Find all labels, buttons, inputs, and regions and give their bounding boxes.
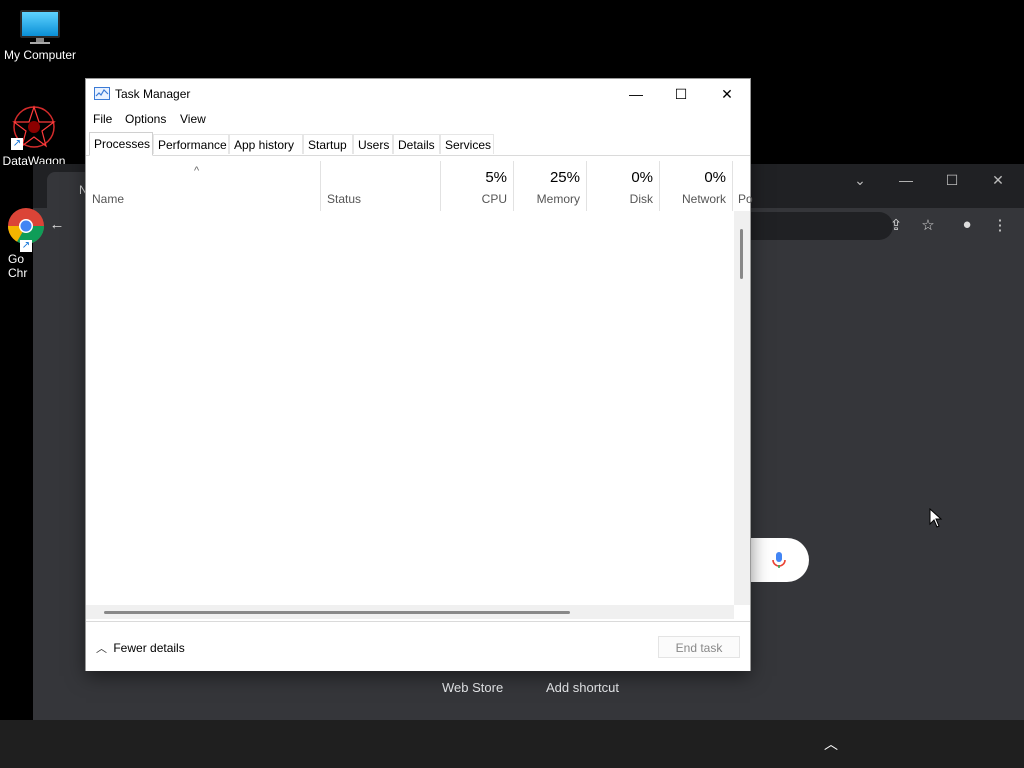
- desktop-icon-google-chrome[interactable]: ↗ Go Chr: [0, 206, 66, 280]
- column-header-name[interactable]: Name: [86, 161, 321, 211]
- microphone-icon[interactable]: [769, 550, 789, 570]
- share-icon[interactable]: ⇪: [884, 216, 908, 234]
- chevron-up-icon: ︿: [96, 643, 107, 655]
- bookmark-star-icon[interactable]: ☆: [916, 216, 940, 234]
- horizontal-scrollbar[interactable]: [86, 605, 734, 619]
- fewer-details-label: Fewer details: [113, 641, 185, 655]
- chrome-tab-search-icon[interactable]: ⌄: [845, 172, 875, 189]
- disk-percent: 0%: [631, 169, 653, 186]
- more-menu-icon[interactable]: ⋮: [988, 216, 1012, 234]
- desktop-icon-datawagon[interactable]: ↗ DataWagon: [0, 104, 74, 168]
- maximize-button[interactable]: ☐: [658, 79, 704, 109]
- show-hidden-icons-chevron-icon[interactable]: ︿: [820, 734, 842, 754]
- column-header-power[interactable]: Po: [733, 161, 753, 211]
- menu-options[interactable]: Options: [125, 112, 166, 126]
- process-list[interactable]: [86, 211, 734, 605]
- process-table-header: Name Status 5% CPU 25% Memory 0% Disk 0%…: [86, 161, 753, 212]
- chrome-icon: ↗: [6, 206, 46, 252]
- desktop-icon-my-computer[interactable]: My Computer: [0, 0, 80, 62]
- end-task-button[interactable]: End task: [658, 636, 740, 658]
- task-manager-window[interactable]: Task Manager — ☐ ✕ File Options View Pro…: [86, 79, 753, 671]
- column-header-memory[interactable]: 25% Memory: [514, 161, 587, 211]
- menu-file[interactable]: File: [93, 112, 112, 126]
- cpu-percent: 5%: [485, 169, 507, 186]
- column-header-network[interactable]: 0% Network: [660, 161, 733, 211]
- tab-users[interactable]: Users: [353, 134, 393, 154]
- horizontal-scroll-thumb[interactable]: [104, 611, 570, 614]
- taskbar: ︿: [0, 720, 1024, 768]
- profile-icon[interactable]: ●: [955, 216, 979, 233]
- vertical-scroll-thumb[interactable]: [740, 229, 743, 279]
- tab-performance[interactable]: Performance: [153, 134, 229, 154]
- close-button[interactable]: ✕: [704, 79, 750, 109]
- task-manager-titlebar[interactable]: Task Manager — ☐ ✕: [86, 79, 750, 109]
- task-manager-footer: ︿ Fewer details End task: [86, 621, 750, 671]
- datawagon-icon: ↗: [11, 104, 57, 150]
- column-header-cpu[interactable]: 5% CPU: [441, 161, 514, 211]
- mouse-cursor-icon: [929, 508, 943, 528]
- task-manager-app-icon: [94, 87, 110, 100]
- vertical-scrollbar[interactable]: [734, 211, 750, 605]
- fewer-details-button[interactable]: ︿ Fewer details: [96, 640, 185, 656]
- column-header-disk[interactable]: 0% Disk: [587, 161, 660, 211]
- memory-percent: 25%: [549, 169, 580, 186]
- menu-bar: File Options View: [86, 109, 750, 129]
- tab-processes[interactable]: Processes: [89, 132, 153, 156]
- add-shortcut-link[interactable]: Add shortcut: [546, 680, 619, 695]
- tab-strip: Processes Performance App history Startu…: [86, 131, 750, 156]
- network-percent: 0%: [704, 169, 726, 186]
- desktop-icon-label: My Computer: [3, 48, 77, 62]
- shortcut-arrow-icon: ↗: [11, 138, 23, 150]
- column-header-status[interactable]: Status: [321, 161, 441, 211]
- chrome-maximize-button[interactable]: ☐: [937, 172, 967, 189]
- tab-app-history[interactable]: App history: [229, 134, 303, 154]
- shortcut-arrow-icon: ↗: [20, 240, 32, 252]
- minimize-button[interactable]: —: [613, 79, 659, 109]
- tab-startup[interactable]: Startup: [303, 134, 353, 154]
- monitor-icon: [20, 10, 60, 44]
- tab-details[interactable]: Details: [393, 134, 440, 154]
- chrome-minimize-button[interactable]: —: [891, 172, 921, 188]
- menu-view[interactable]: View: [180, 112, 206, 126]
- tab-services[interactable]: Services: [440, 134, 494, 154]
- window-title: Task Manager: [115, 87, 191, 101]
- web-store-link[interactable]: Web Store: [442, 680, 503, 695]
- desktop-icon-label: Go Chr: [8, 252, 28, 280]
- chrome-close-button[interactable]: ✕: [983, 172, 1013, 189]
